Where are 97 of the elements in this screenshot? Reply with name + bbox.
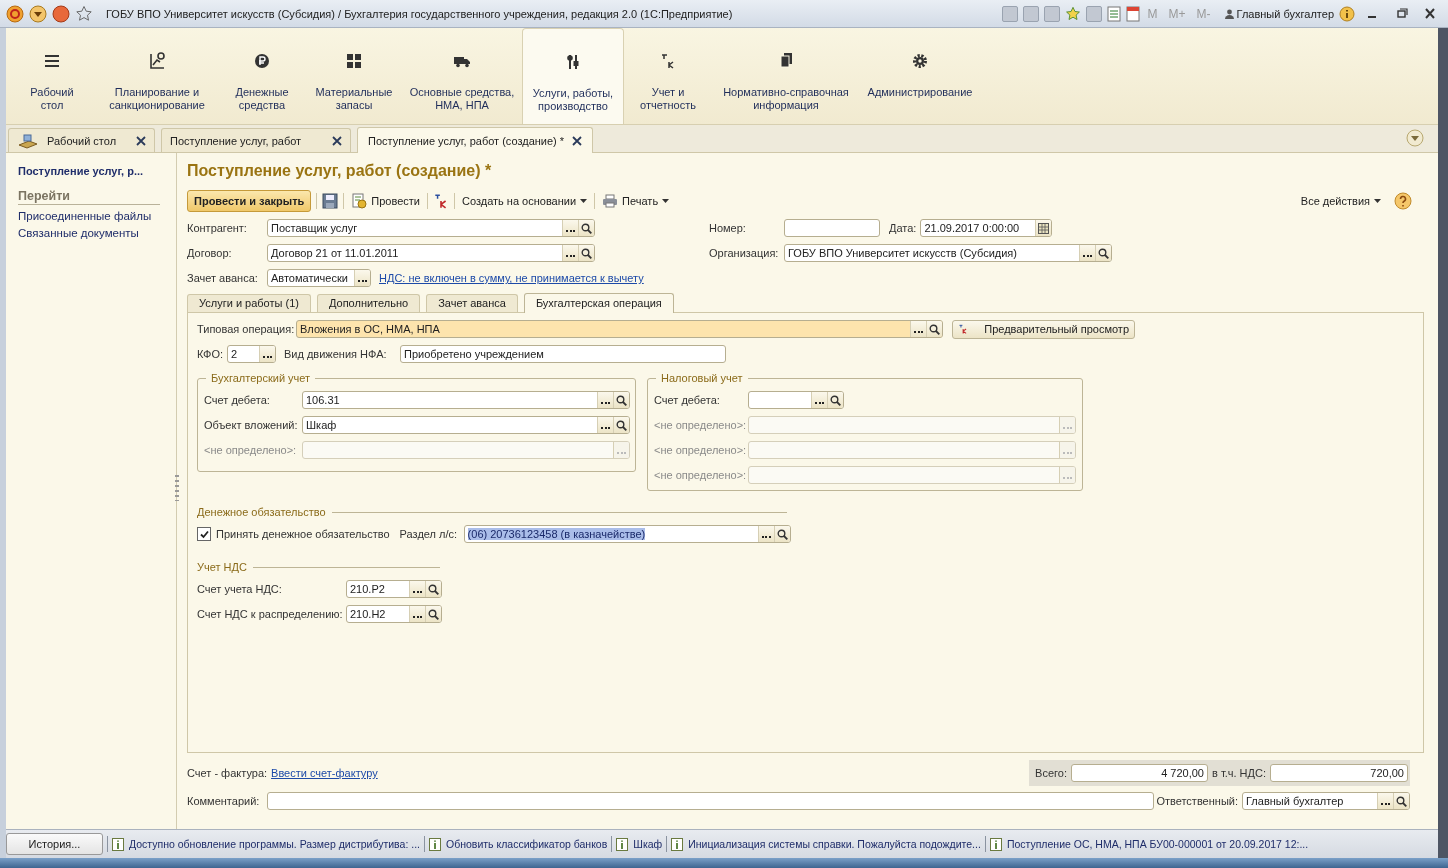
group-title: Налоговый учет: [656, 372, 748, 384]
field-label: Организация:: [709, 247, 780, 259]
field-label: Ответственный:: [1156, 795, 1239, 807]
notification-item[interactable]: Обновить классификатор банков: [429, 837, 608, 851]
form-tab[interactable]: Бухгалтерская операция: [523, 293, 674, 313]
caret-icon: [1374, 199, 1381, 203]
star-icon[interactable]: [1064, 5, 1081, 22]
app-logo-icon[interactable]: [6, 4, 24, 23]
vat-total-field: 720,00: [1271, 765, 1407, 781]
checkbox-label: Принять денежное обязательство: [215, 528, 390, 540]
caret-icon: [580, 199, 588, 203]
post-button[interactable]: Провести: [349, 193, 422, 209]
form-title: Поступление услуг, работ (создание) *: [187, 162, 493, 181]
close-icon[interactable]: [332, 135, 342, 146]
section-button[interactable]: Рабочий стол: [8, 28, 96, 124]
help-icon[interactable]: [1394, 192, 1412, 210]
field-label: Контрагент:: [187, 222, 248, 234]
field-label: Счет дебета:: [204, 394, 271, 406]
info-icon: [671, 837, 684, 851]
checkbox[interactable]: [197, 527, 211, 541]
sidebar-group-title: Перейти: [18, 189, 160, 205]
document-tab[interactable]: Рабочий стол: [8, 128, 155, 152]
printer-icon: [602, 194, 619, 208]
section-button[interactable]: Основные средства, НМА, НПА: [402, 28, 522, 124]
dropdown-icon[interactable]: [29, 4, 47, 23]
debit-credit-icon: [958, 322, 969, 336]
user-menu[interactable]: Главный бухгалтер: [1224, 7, 1334, 20]
calendar-icon[interactable]: [1125, 5, 1140, 22]
document-tab[interactable]: Поступление услуг, работ (создание) *: [357, 127, 594, 153]
section-button[interactable]: Учет и отчетность: [624, 28, 712, 124]
close-icon[interactable]: [572, 135, 583, 146]
form-tab[interactable]: Зачет аванса: [426, 294, 518, 312]
field-label: Договор:: [187, 247, 233, 259]
section-button[interactable]: Денежные средства: [218, 28, 306, 124]
post-and-close-button[interactable]: Провести и закрыть: [187, 190, 312, 212]
field-label: Номер:: [709, 222, 747, 234]
caret-icon: [662, 199, 670, 203]
info-icon: [112, 837, 124, 851]
sidebar-title[interactable]: Поступление услуг, р...: [18, 165, 176, 177]
total-field: 4 720,00: [1072, 765, 1207, 781]
desktop-icon: [17, 132, 39, 149]
document-tab[interactable]: Поступление услуг, работ: [161, 128, 351, 152]
field-label: Счет дебета:: [654, 394, 721, 406]
splitter-handle[interactable]: [175, 475, 179, 501]
sidebar-link[interactable]: Связанные документы: [18, 227, 176, 239]
history-button[interactable]: История...: [6, 833, 103, 855]
field-label: <не определено>:: [654, 469, 748, 481]
field-label: Счет учета НДС:: [197, 583, 283, 595]
info-icon[interactable]: [1339, 5, 1355, 22]
field-label: Счет - фактура:: [187, 767, 268, 779]
window-title: ГОБУ ВПО Университет искусств (Субсидия) / Бухгалтерия государственного учреждения, редакция 2.0 (1С:Предприятие): [106, 7, 733, 20]
field-label: Объект вложений:: [204, 419, 299, 431]
section-button[interactable]: Нормативно-справочная информация: [712, 28, 860, 124]
star-icon[interactable]: [75, 4, 93, 23]
vat-link[interactable]: НДС: не включен в сумму, не принимается к вычету: [379, 272, 644, 284]
field-label: <не определено>:: [204, 444, 298, 456]
info-icon: [989, 837, 1002, 851]
field-label: <не определено>:: [654, 419, 748, 431]
all-actions-button[interactable]: Все действия: [1298, 195, 1383, 207]
input-field[interactable]: Приобретено учреждением: [401, 346, 725, 362]
section-button[interactable]: Планирование и санкционирование: [96, 28, 218, 124]
form-tab[interactable]: Услуги и работы (1): [187, 294, 311, 312]
field-label: Всего:: [1035, 767, 1067, 779]
sidebar-link[interactable]: Присоединенные файлы: [18, 210, 176, 222]
field-label: <не определено>:: [654, 444, 748, 456]
field-label: Счет НДС к распределению:: [197, 608, 344, 620]
user-icon: [1224, 8, 1234, 19]
field-label: в т.ч. НДС:: [1212, 767, 1266, 779]
field-label: Типовая операция:: [197, 323, 296, 335]
info-icon: [429, 837, 441, 851]
field-label: Зачет аванса:: [187, 272, 259, 284]
notification-item[interactable]: Поступление ОС, НМА, НПА БУ00-000001 от 20.09.2017 12:...: [989, 837, 1309, 851]
print-button[interactable]: Печать: [600, 194, 672, 208]
create-based-on-button[interactable]: Создать на основании: [459, 195, 590, 207]
preview-button[interactable]: Предварительный просмотр: [952, 319, 1135, 339]
enter-invoice-link[interactable]: Ввести счет-фактуру: [271, 767, 378, 779]
document-icon: [351, 193, 368, 209]
group-title: Бухгалтерский учет: [206, 372, 316, 384]
field-label: Раздел л/с:: [398, 528, 459, 540]
notification-item[interactable]: Инициализация системы справки. Пожалуйста подождите...: [671, 837, 981, 851]
info-icon: [616, 837, 629, 851]
field-label: Комментарий:: [187, 795, 261, 807]
field-label: КФО:: [197, 348, 224, 360]
section-button[interactable]: Материальные запасы: [306, 28, 402, 124]
field-label: Вид движения НФА:: [283, 348, 388, 360]
circle-icon[interactable]: [52, 4, 70, 23]
notification-item[interactable]: Доступно обновление программы. Размер дистрибутива: ...: [112, 837, 420, 851]
section-button[interactable]: Услуги, работы, производство: [522, 28, 624, 124]
field-label: Дата:: [888, 222, 918, 234]
section-title: Учет НДС: [197, 561, 247, 573]
section-title: Денежное обязательство: [197, 506, 326, 518]
section-button[interactable]: Администрирование: [860, 28, 980, 124]
debit-credit-icon: [432, 193, 449, 209]
notification-item[interactable]: Шкаф: [616, 837, 663, 851]
form-tab[interactable]: Дополнительно: [316, 294, 421, 312]
dropdown-icon[interactable]: [1406, 129, 1424, 147]
close-icon[interactable]: [136, 135, 146, 146]
